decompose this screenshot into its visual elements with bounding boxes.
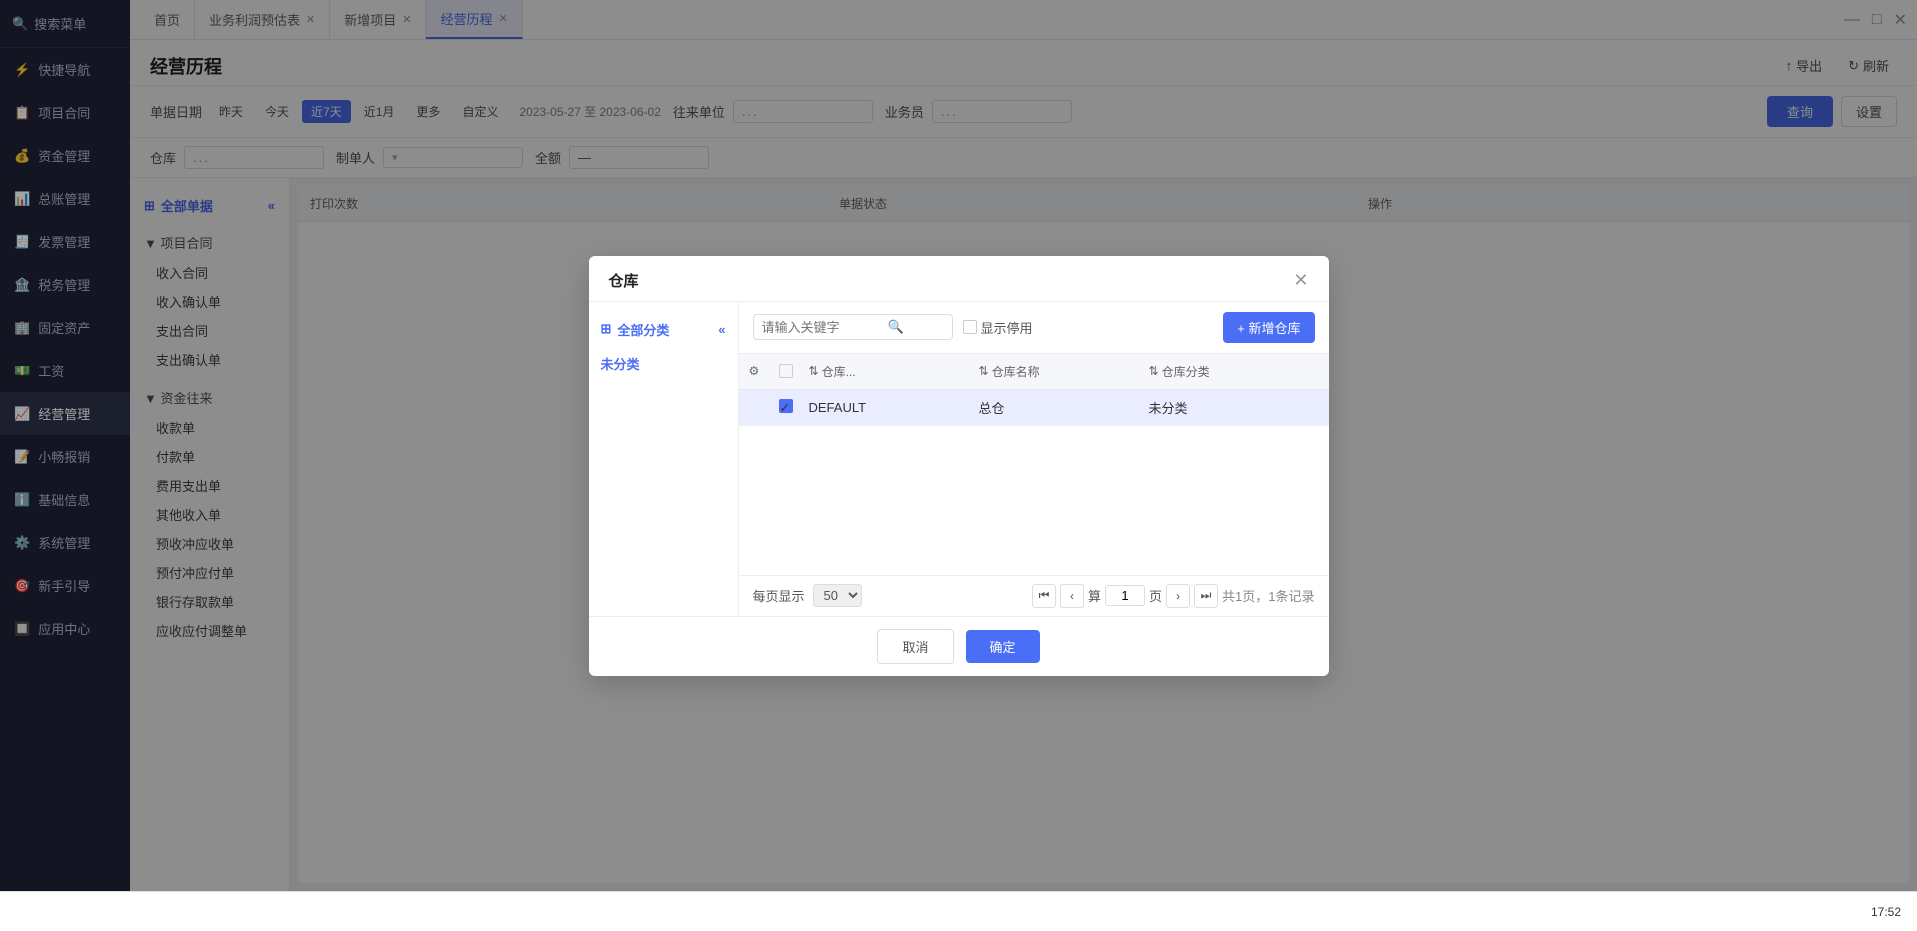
col-header-check bbox=[779, 364, 809, 378]
page-prev-button[interactable]: ‹ bbox=[1060, 584, 1084, 608]
row-category: 未分类 bbox=[1149, 398, 1319, 417]
dialog-left-all-label: 全部分类 bbox=[617, 320, 669, 339]
dialog-left-all[interactable]: ⊞ 全部分类 « bbox=[589, 312, 738, 347]
cancel-button[interactable]: 取消 bbox=[877, 629, 953, 664]
sort-icon: ⇅ bbox=[809, 364, 819, 378]
dialog-page-label: 算 bbox=[1088, 586, 1101, 605]
dialog-per-page-select[interactable]: 50 bbox=[813, 584, 862, 607]
dialog-toolbar: 🔍 显示停用 + 新增仓库 bbox=[739, 302, 1329, 354]
col-header-category: ⇅ 仓库分类 bbox=[1149, 363, 1319, 380]
dialog-page-nav: ⏮ ‹ 算 页 › ⏭ 共1页，1条记录 bbox=[1032, 584, 1315, 608]
dialog-total-info: 共1页，1条记录 bbox=[1222, 586, 1314, 605]
row-checkbox[interactable]: ✓ bbox=[779, 399, 809, 415]
row-code: DEFAULT bbox=[809, 400, 979, 415]
add-warehouse-button[interactable]: + 新增仓库 bbox=[1223, 312, 1314, 343]
dialog-header: 仓库 ✕ bbox=[589, 256, 1329, 302]
show-disabled-checkbox[interactable] bbox=[963, 320, 977, 334]
dialog-search-box[interactable]: 🔍 bbox=[753, 314, 953, 340]
dialog-close-button[interactable]: ✕ bbox=[1293, 270, 1308, 291]
show-disabled-group: 显示停用 bbox=[963, 318, 1033, 337]
dialog-right-panel: 🔍 显示停用 + 新增仓库 ⚙ bbox=[739, 302, 1329, 616]
dialog-search-input[interactable] bbox=[762, 320, 882, 335]
dialog-table-header: ⚙ ⇅ 仓库... ⇅ 仓库名称 bbox=[739, 354, 1329, 390]
dialog-page-suffix: 页 bbox=[1149, 586, 1162, 605]
col-header-name: ⇅ 仓库名称 bbox=[979, 363, 1149, 380]
dialog-page-input[interactable] bbox=[1105, 585, 1145, 606]
dialog-left-uncategorized[interactable]: 未分类 bbox=[589, 347, 738, 380]
dialog-collapse-icon[interactable]: « bbox=[718, 322, 725, 337]
dialog-overlay: 仓库 ✕ ⊞ 全部分类 « 未分类 bbox=[0, 0, 1917, 931]
select-all-checkbox[interactable] bbox=[779, 364, 793, 378]
page-last-button[interactable]: ⏭ bbox=[1194, 584, 1218, 608]
dialog-body: ⊞ 全部分类 « 未分类 🔍 bbox=[589, 302, 1329, 616]
dialog-grid-icon: ⊞ bbox=[601, 321, 612, 337]
row-check-box[interactable]: ✓ bbox=[779, 399, 793, 413]
row-name: 总仓 bbox=[979, 398, 1149, 417]
page-first-button[interactable]: ⏮ bbox=[1032, 584, 1056, 608]
dialog-footer-bar: 每页显示 50 ⏮ ‹ 算 页 › ⏭ 共1页，1条记录 bbox=[739, 575, 1329, 616]
show-disabled-label: 显示停用 bbox=[981, 318, 1033, 337]
warehouse-dialog: 仓库 ✕ ⊞ 全部分类 « 未分类 bbox=[589, 256, 1329, 676]
dialog-per-page-label: 每页显示 bbox=[753, 586, 805, 605]
dialog-left-panel: ⊞ 全部分类 « 未分类 bbox=[589, 302, 739, 616]
dialog-actions: 取消 确定 bbox=[589, 616, 1329, 676]
taskbar: 17:52 bbox=[0, 891, 1917, 931]
page-next-button[interactable]: › bbox=[1166, 584, 1190, 608]
dialog-table: ⚙ ⇅ 仓库... ⇅ 仓库名称 bbox=[739, 354, 1329, 575]
settings-col-icon: ⚙ bbox=[749, 364, 760, 378]
table-row[interactable]: ✓ DEFAULT 总仓 未分类 bbox=[739, 390, 1329, 426]
taskbar-time: 17:52 bbox=[1871, 905, 1901, 919]
sort-icon2: ⇅ bbox=[979, 364, 989, 378]
taskbar-right: 17:52 bbox=[1871, 905, 1901, 919]
confirm-button[interactable]: 确定 bbox=[966, 630, 1040, 663]
dialog-left-scroll: ⊞ 全部分类 « 未分类 bbox=[589, 312, 738, 606]
col-header-settings[interactable]: ⚙ bbox=[749, 364, 779, 378]
dialog-title: 仓库 bbox=[609, 270, 639, 291]
col-header-code: ⇅ 仓库... bbox=[809, 363, 979, 380]
dialog-search-icon: 🔍 bbox=[888, 319, 904, 335]
sort-icon3: ⇅ bbox=[1149, 364, 1159, 378]
